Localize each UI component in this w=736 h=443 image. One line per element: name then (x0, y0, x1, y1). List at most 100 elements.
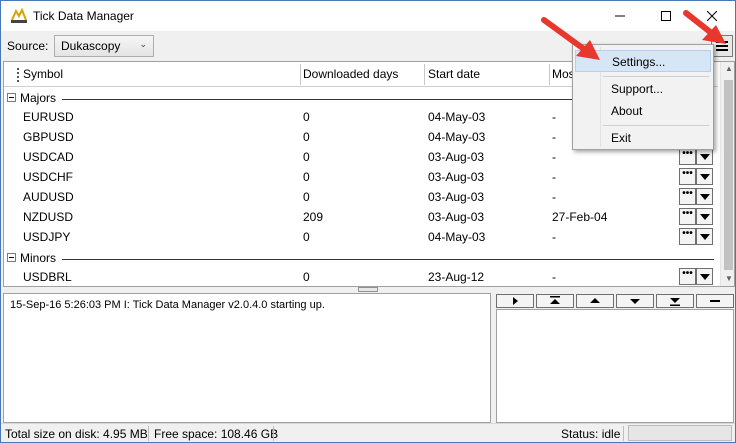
source-dropdown-value: Dukascopy (61, 39, 121, 53)
hamburger-menu-icon (716, 45, 728, 47)
move-up-icon (590, 298, 600, 303)
row-dropdown-button[interactable] (696, 208, 713, 225)
splitter-grip-icon[interactable] (358, 287, 378, 292)
row-options-button[interactable]: ••• (679, 208, 696, 225)
settings-menu: Settings... Support... About Exit (572, 44, 714, 150)
total-size-status: Total size on disk: 4.95 MB (5, 427, 148, 441)
scrollbar-thumb[interactable] (724, 80, 733, 270)
window-title: Tick Data Manager (33, 9, 134, 23)
status-divider (623, 426, 624, 441)
vertical-scrollbar[interactable]: ▲ ▼ (720, 62, 734, 286)
queue-controls (496, 294, 734, 308)
column-divider[interactable] (300, 64, 301, 85)
menu-separator (603, 125, 709, 126)
collapse-icon[interactable] (7, 93, 16, 102)
cell-downloaded-days: 209 (303, 210, 324, 224)
row-options-button[interactable]: ••• (679, 168, 696, 185)
log-panel[interactable]: 15-Sep-16 5:26:03 PM I: Tick Data Manage… (3, 293, 491, 423)
row-options-button[interactable]: ••• (679, 228, 696, 245)
cell-most-recent: - (552, 190, 556, 204)
row-dropdown-button[interactable] (696, 168, 713, 185)
cell-most-recent: - (552, 130, 556, 144)
group-label: Minors (20, 251, 57, 265)
row-dropdown-button[interactable] (696, 228, 713, 245)
cell-symbol: GBPUSD (23, 130, 74, 144)
table-row[interactable]: USDCAD 0 03-Aug-03 - ••• (4, 147, 718, 167)
minimize-button[interactable] (597, 1, 643, 31)
scroll-down-icon[interactable]: ▼ (725, 274, 733, 283)
move-down-button[interactable] (616, 294, 654, 308)
cell-symbol: USDCAD (23, 150, 74, 164)
progress-bar (628, 425, 732, 441)
cell-downloaded-days: 0 (303, 130, 310, 144)
remove-icon (710, 300, 720, 302)
maximize-button[interactable] (643, 1, 689, 31)
collapse-icon[interactable] (7, 253, 16, 262)
app-logo-icon (10, 7, 28, 24)
column-grip-icon[interactable] (17, 68, 19, 82)
row-dropdown-button[interactable] (696, 148, 713, 165)
source-dropdown[interactable]: Dukascopy ⌄ (54, 35, 154, 57)
menu-item-exit[interactable]: Exit (575, 127, 711, 149)
row-actions: ••• (679, 228, 713, 245)
cell-downloaded-days: 0 (303, 170, 310, 184)
move-down-icon (630, 299, 640, 304)
table-row[interactable]: USDCHF 0 03-Aug-03 - ••• (4, 167, 718, 187)
hamburger-menu-icon (716, 49, 728, 51)
remove-button[interactable] (696, 294, 734, 308)
status-text: Status: idle (561, 427, 621, 441)
cell-start-date: 23-Aug-12 (428, 270, 485, 284)
menu-item-about[interactable]: About (575, 100, 711, 122)
row-dropdown-button[interactable] (696, 188, 713, 205)
hamburger-menu-button[interactable] (711, 35, 733, 57)
queue-list[interactable] (496, 309, 734, 423)
cell-start-date: 04-May-03 (428, 130, 486, 144)
close-button[interactable] (689, 1, 735, 31)
title-bar: Tick Data Manager (1, 1, 735, 31)
cell-symbol: EURUSD (23, 110, 74, 124)
cell-start-date: 03-Aug-03 (428, 170, 485, 184)
menu-item-label: Exit (611, 131, 632, 145)
move-bottom-button[interactable] (656, 294, 694, 308)
scroll-up-icon[interactable]: ▲ (725, 64, 733, 73)
column-header-start-date[interactable]: Start date (428, 67, 480, 81)
row-dropdown-button[interactable] (696, 268, 713, 285)
menu-item-support[interactable]: Support... (575, 78, 711, 100)
move-top-button[interactable] (536, 294, 574, 308)
cell-symbol: USDBRL (23, 270, 72, 284)
group-header-minors[interactable]: Minors (4, 248, 718, 268)
table-row[interactable]: USDBRL 0 23-Aug-12 - ••• (4, 267, 718, 286)
table-row[interactable]: AUDUSD 0 03-Aug-03 - ••• (4, 187, 718, 207)
row-options-button[interactable]: ••• (679, 148, 696, 165)
cell-symbol: USDCHF (23, 170, 73, 184)
cell-downloaded-days: 0 (303, 150, 310, 164)
cell-most-recent: - (552, 110, 556, 124)
menu-item-label: About (611, 104, 643, 118)
table-row[interactable]: USDJPY 0 04-May-03 - ••• (4, 227, 718, 247)
status-divider (273, 426, 274, 441)
cell-start-date: 03-Aug-03 (428, 210, 485, 224)
column-divider[interactable] (549, 64, 550, 85)
move-bottom-icon (670, 298, 680, 306)
menu-item-label: Settings... (612, 55, 666, 69)
cell-start-date: 03-Aug-03 (428, 150, 485, 164)
cell-symbol: NZDUSD (23, 210, 73, 224)
menu-item-settings[interactable]: Settings... (575, 50, 711, 72)
cell-downloaded-days: 0 (303, 230, 310, 244)
row-options-button[interactable]: ••• (679, 188, 696, 205)
play-button[interactable] (496, 294, 534, 308)
chevron-down-icon: ⌄ (139, 39, 147, 49)
column-header-downloaded-days[interactable]: Downloaded days (303, 67, 398, 81)
minimize-icon (615, 15, 625, 17)
play-icon (513, 297, 518, 305)
cell-start-date: 03-Aug-03 (428, 190, 485, 204)
column-header-symbol[interactable]: Symbol (23, 67, 63, 81)
close-icon (707, 11, 717, 21)
column-divider[interactable] (424, 64, 425, 85)
move-top-icon (550, 296, 560, 304)
row-actions: ••• (679, 148, 713, 165)
cell-most-recent: - (552, 170, 556, 184)
table-row[interactable]: NZDUSD 209 03-Aug-03 27-Feb-04 ••• (4, 207, 718, 227)
move-up-button[interactable] (576, 294, 614, 308)
row-options-button[interactable]: ••• (679, 268, 696, 285)
